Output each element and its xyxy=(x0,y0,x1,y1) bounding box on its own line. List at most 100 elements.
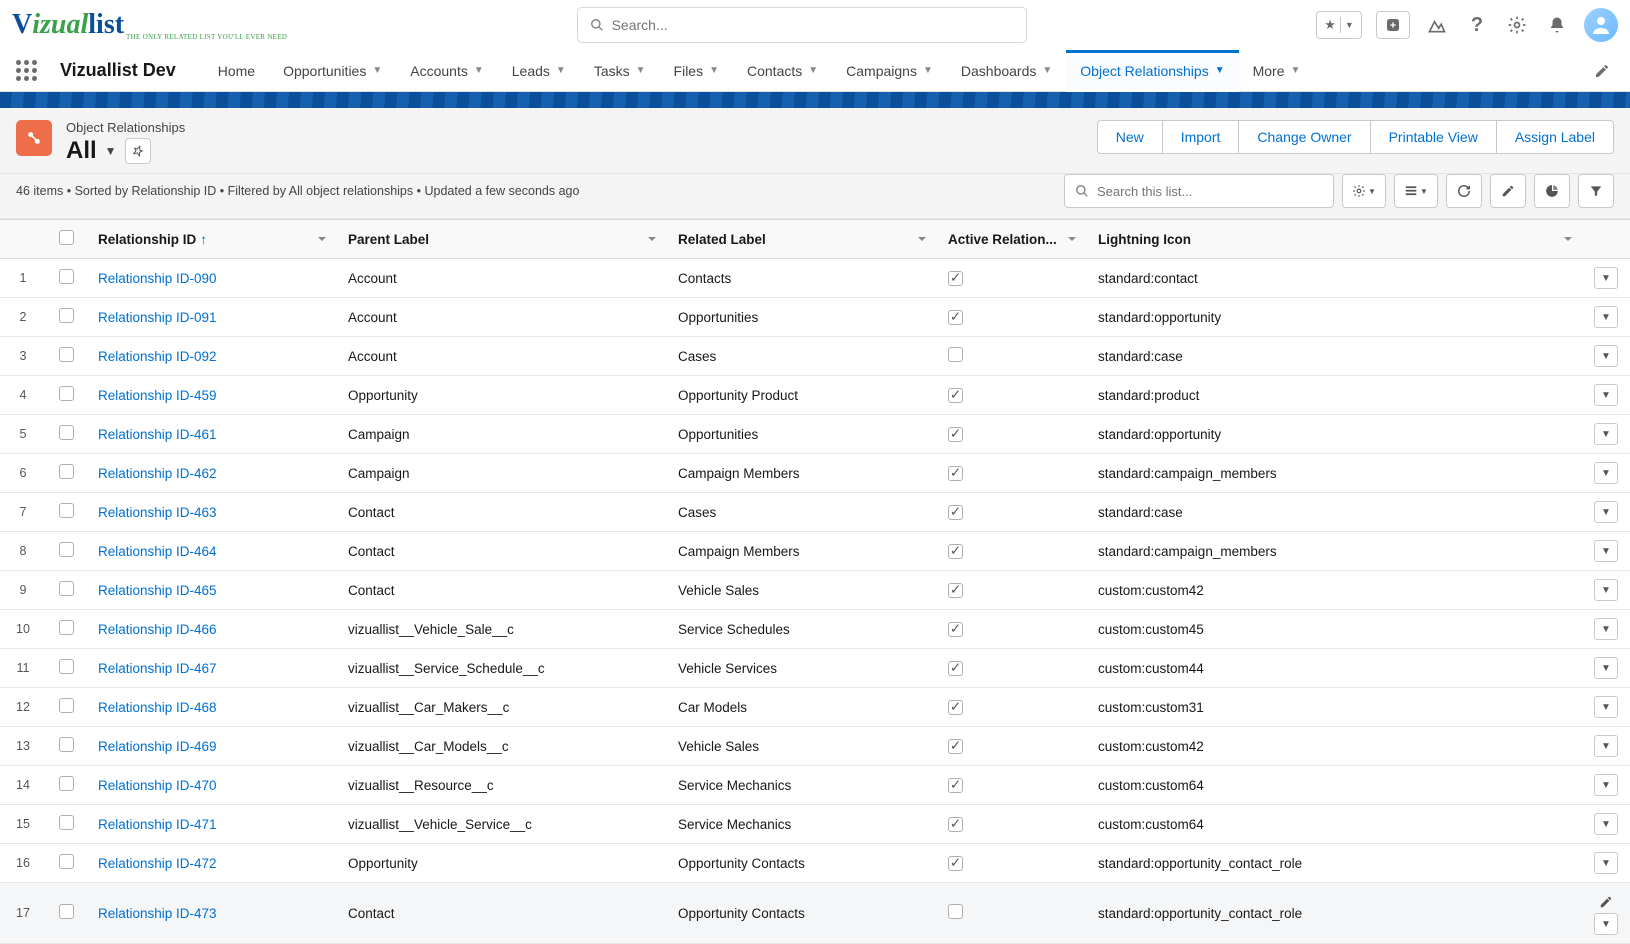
row-checkbox[interactable] xyxy=(59,464,74,479)
row-checkbox[interactable] xyxy=(59,542,74,557)
relationship-id-link[interactable]: Relationship ID-463 xyxy=(98,505,217,520)
row-action-menu[interactable]: ▼ xyxy=(1594,696,1618,718)
relationship-id-link[interactable]: Relationship ID-468 xyxy=(98,700,217,715)
notifications-icon[interactable] xyxy=(1544,12,1570,38)
row-checkbox[interactable] xyxy=(59,698,74,713)
nav-item-leads[interactable]: Leads▼ xyxy=(498,50,580,92)
relationship-id-link[interactable]: Relationship ID-467 xyxy=(98,661,217,676)
app-launcher-icon[interactable] xyxy=(12,57,40,85)
relationship-id-link[interactable]: Relationship ID-473 xyxy=(98,906,217,921)
row-checkbox[interactable] xyxy=(59,815,74,830)
row-edit-icon[interactable] xyxy=(1594,891,1618,913)
row-action-menu[interactable]: ▼ xyxy=(1594,813,1618,835)
pin-list-button[interactable] xyxy=(125,138,151,164)
chart-button[interactable] xyxy=(1534,174,1570,208)
new-button[interactable]: New xyxy=(1097,120,1163,154)
col-relationship-id[interactable]: Relationship ID↑ xyxy=(86,220,336,259)
relationship-id-link[interactable]: Relationship ID-472 xyxy=(98,856,217,871)
row-action-menu[interactable]: ▼ xyxy=(1594,774,1618,796)
list-view-controls-button[interactable]: ▼ xyxy=(1342,174,1386,208)
user-avatar[interactable] xyxy=(1584,8,1618,42)
row-checkbox[interactable] xyxy=(59,581,74,596)
row-checkbox[interactable] xyxy=(59,737,74,752)
row-checkbox[interactable] xyxy=(59,503,74,518)
relationship-id-link[interactable]: Relationship ID-462 xyxy=(98,466,217,481)
nav-item-campaigns[interactable]: Campaigns▼ xyxy=(832,50,947,92)
col-parent-label[interactable]: Parent Label xyxy=(336,220,666,259)
inline-edit-button[interactable] xyxy=(1490,174,1526,208)
row-action-menu[interactable]: ▼ xyxy=(1594,462,1618,484)
list-view-switcher-icon[interactable]: ▼ xyxy=(105,144,117,158)
row-action-menu[interactable]: ▼ xyxy=(1594,852,1618,874)
trailhead-icon[interactable] xyxy=(1424,12,1450,38)
related-label-cell: Campaign Members xyxy=(666,532,936,571)
col-select-all[interactable] xyxy=(46,220,86,259)
relationship-id-link[interactable]: Relationship ID-471 xyxy=(98,817,217,832)
row-action-menu[interactable]: ▼ xyxy=(1594,423,1618,445)
col-related-label[interactable]: Related Label xyxy=(666,220,936,259)
filter-button[interactable] xyxy=(1578,174,1614,208)
change-owner-button[interactable]: Change Owner xyxy=(1239,120,1370,154)
nav-item-object-relationships[interactable]: Object Relationships▼ xyxy=(1066,50,1238,92)
row-checkbox[interactable] xyxy=(59,659,74,674)
row-action-menu[interactable]: ▼ xyxy=(1594,579,1618,601)
relationship-id-link[interactable]: Relationship ID-466 xyxy=(98,622,217,637)
col-active[interactable]: Active Relation... xyxy=(936,220,1086,259)
printable-view-button[interactable]: Printable View xyxy=(1371,120,1497,154)
relationship-id-link[interactable]: Relationship ID-464 xyxy=(98,544,217,559)
nav-item-dashboards[interactable]: Dashboards▼ xyxy=(947,50,1066,92)
parent-label-cell: Account xyxy=(336,337,666,376)
relationship-id-link[interactable]: Relationship ID-092 xyxy=(98,349,217,364)
favorites-button[interactable]: ★▼ xyxy=(1316,11,1362,39)
nav-item-opportunities[interactable]: Opportunities▼ xyxy=(269,50,396,92)
row-action-menu[interactable]: ▼ xyxy=(1594,306,1618,328)
import-button[interactable]: Import xyxy=(1163,120,1240,154)
refresh-button[interactable] xyxy=(1446,174,1482,208)
row-checkbox[interactable] xyxy=(59,776,74,791)
global-search-input[interactable] xyxy=(612,17,1014,33)
row-checkbox[interactable] xyxy=(59,620,74,635)
row-action-menu[interactable]: ▼ xyxy=(1594,657,1618,679)
row-action-menu[interactable]: ▼ xyxy=(1594,267,1618,289)
list-search-input[interactable] xyxy=(1097,184,1323,199)
related-label-cell: Vehicle Sales xyxy=(666,571,936,610)
select-all-checkbox[interactable] xyxy=(59,230,74,245)
assign-label-button[interactable]: Assign Label xyxy=(1497,120,1614,154)
list-view-name[interactable]: All xyxy=(66,137,97,165)
help-icon[interactable]: ? xyxy=(1464,12,1490,38)
row-checkbox[interactable] xyxy=(59,854,74,869)
relationship-id-link[interactable]: Relationship ID-465 xyxy=(98,583,217,598)
relationship-id-link[interactable]: Relationship ID-091 xyxy=(98,310,217,325)
row-action-menu[interactable]: ▼ xyxy=(1594,913,1618,935)
relationship-id-link[interactable]: Relationship ID-459 xyxy=(98,388,217,403)
list-search[interactable] xyxy=(1064,174,1334,208)
nav-item-tasks[interactable]: Tasks▼ xyxy=(580,50,660,92)
edit-nav-icon[interactable] xyxy=(1586,63,1618,79)
global-search[interactable] xyxy=(577,7,1027,43)
row-action-menu[interactable]: ▼ xyxy=(1594,735,1618,757)
display-as-button[interactable]: ▼ xyxy=(1394,174,1438,208)
row-action-menu[interactable]: ▼ xyxy=(1594,345,1618,367)
nav-item-files[interactable]: Files▼ xyxy=(660,50,733,92)
row-action-menu[interactable]: ▼ xyxy=(1594,384,1618,406)
nav-item-home[interactable]: Home xyxy=(204,50,269,92)
row-checkbox[interactable] xyxy=(59,308,74,323)
row-action-menu[interactable]: ▼ xyxy=(1594,501,1618,523)
relationship-id-link[interactable]: Relationship ID-469 xyxy=(98,739,217,754)
row-action-menu[interactable]: ▼ xyxy=(1594,618,1618,640)
setup-icon[interactable] xyxy=(1504,12,1530,38)
row-action-menu[interactable]: ▼ xyxy=(1594,540,1618,562)
nav-item-more[interactable]: More▼ xyxy=(1239,50,1315,92)
row-checkbox[interactable] xyxy=(59,386,74,401)
nav-item-accounts[interactable]: Accounts▼ xyxy=(396,50,498,92)
row-checkbox[interactable] xyxy=(59,269,74,284)
add-button[interactable] xyxy=(1376,11,1410,39)
row-checkbox[interactable] xyxy=(59,347,74,362)
row-checkbox[interactable] xyxy=(59,904,74,919)
relationship-id-link[interactable]: Relationship ID-470 xyxy=(98,778,217,793)
col-lightning-icon[interactable]: Lightning Icon xyxy=(1086,220,1582,259)
relationship-id-link[interactable]: Relationship ID-461 xyxy=(98,427,217,442)
relationship-id-link[interactable]: Relationship ID-090 xyxy=(98,271,217,286)
nav-item-contacts[interactable]: Contacts▼ xyxy=(733,50,832,92)
row-checkbox[interactable] xyxy=(59,425,74,440)
